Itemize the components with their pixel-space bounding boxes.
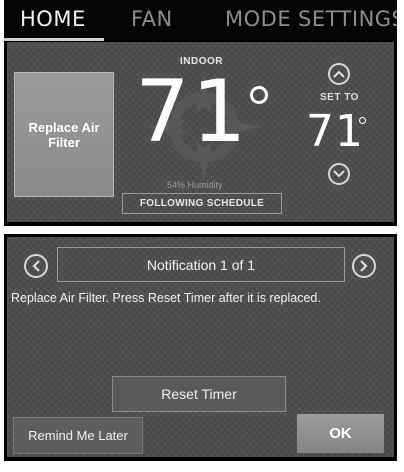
- set-temperature: 71: [306, 106, 364, 157]
- humidity-readout: 54% Humidity: [167, 180, 223, 190]
- chevron-down-icon: [333, 170, 345, 178]
- set-degree-symbol: [359, 117, 366, 124]
- chevron-up-icon: [333, 70, 345, 78]
- decrease-temp-button[interactable]: [328, 163, 350, 185]
- active-tab-underline: [4, 38, 104, 41]
- previous-notification-button[interactable]: [24, 254, 48, 278]
- tab-bar: HOME FAN MODE SETTINGS: [4, 0, 397, 41]
- notification-title: Notification 1 of 1: [57, 247, 345, 282]
- chevron-left-icon: [32, 260, 40, 272]
- reset-timer-button[interactable]: Reset Timer: [112, 376, 286, 412]
- tab-mode[interactable]: MODE: [225, 7, 291, 31]
- chevron-right-icon: [360, 260, 368, 272]
- schedule-button[interactable]: FOLLOWING SCHEDULE: [122, 193, 282, 214]
- home-screen: HOME FAN MODE SETTINGS Replace Air Filte…: [4, 0, 397, 226]
- next-notification-button[interactable]: [352, 254, 376, 278]
- notification-screen: Notification 1 of 1 Replace Air Filter. …: [4, 234, 397, 461]
- home-panel: Replace Air Filter INDOOR 71 54% Humidit…: [7, 42, 394, 222]
- ok-button[interactable]: OK: [297, 414, 384, 453]
- remind-me-later-button[interactable]: Remind Me Later: [13, 417, 143, 454]
- notification-message: Replace Air Filter. Press Reset Timer af…: [11, 291, 321, 305]
- tab-settings[interactable]: SETTINGS: [298, 7, 397, 31]
- indoor-temperature: 71: [135, 62, 249, 162]
- notification-panel: Notification 1 of 1 Replace Air Filter. …: [7, 237, 394, 457]
- set-to-label: SET TO: [320, 92, 359, 103]
- tab-home[interactable]: HOME: [20, 7, 86, 31]
- tab-fan[interactable]: FAN: [131, 7, 173, 31]
- increase-temp-button[interactable]: [328, 63, 350, 85]
- replace-filter-alert-button[interactable]: Replace Air Filter: [14, 72, 114, 197]
- degree-symbol: [250, 86, 268, 104]
